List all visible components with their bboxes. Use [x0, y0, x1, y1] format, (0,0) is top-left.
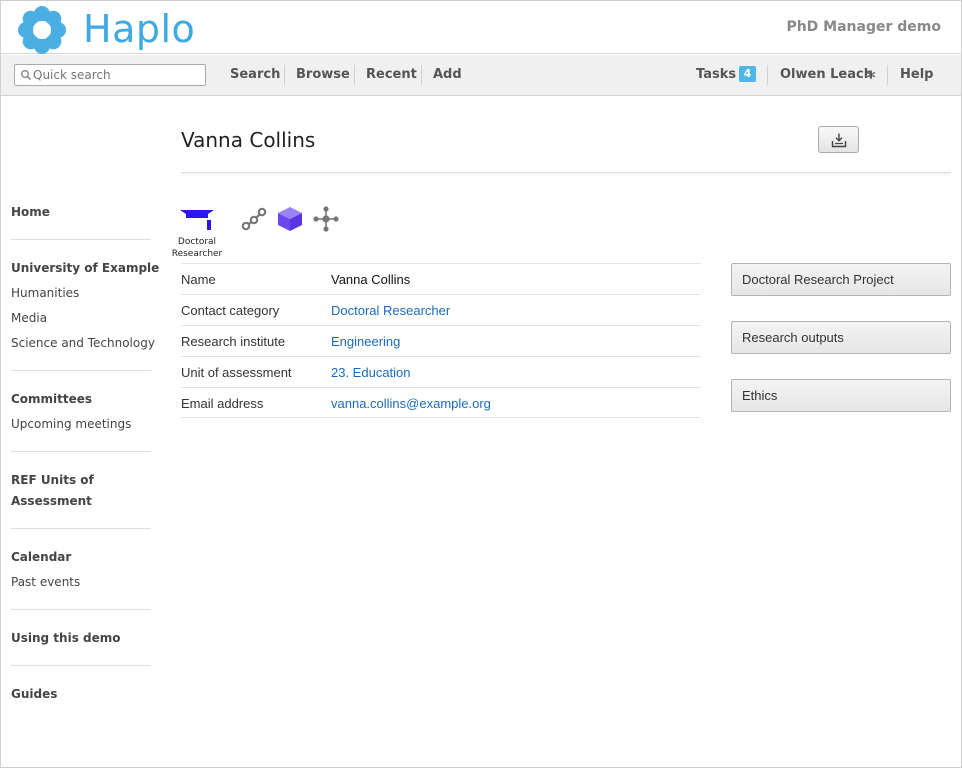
nav-add-link[interactable]: Add [433, 67, 462, 82]
network-icon [313, 206, 339, 232]
table-row: Email address vanna.collins@example.org [181, 387, 701, 418]
attr-value-research-institute-link[interactable]: Engineering [331, 334, 400, 349]
attr-value-email-link[interactable]: vanna.collins@example.org [331, 396, 491, 411]
sidebar-item-using-demo[interactable]: Using this demo [11, 631, 121, 645]
sidebar-divider [11, 665, 151, 666]
ethics-button[interactable]: Ethics [731, 379, 951, 412]
sidebar-item-home[interactable]: Home [11, 205, 50, 219]
nav-tasks-link[interactable]: Tasks [696, 67, 736, 82]
quick-search-box[interactable] [14, 64, 206, 86]
type-icon-label-line2: Researcher [171, 249, 223, 259]
title-divider [181, 172, 951, 177]
sidebar-item-calendar[interactable]: Calendar [11, 550, 71, 564]
app-header: Haplo PhD Manager demo [1, 1, 961, 54]
sidebar-divider [11, 609, 151, 610]
quick-search-input[interactable] [33, 66, 201, 84]
attr-label: Email address [181, 396, 264, 411]
attr-value-unit-of-assessment-link[interactable]: 23. Education [331, 365, 411, 380]
sidebar-item-committees[interactable]: Committees [11, 392, 92, 406]
page-title: Vanna Collins [181, 128, 316, 152]
app-name: PhD Manager demo [786, 19, 941, 35]
type-icon-label: Doctoral Researcher [170, 236, 224, 260]
nav-help-link[interactable]: Help [900, 67, 933, 82]
nav-search-link[interactable]: Search [230, 67, 280, 82]
table-row: Research institute Engineering [181, 325, 701, 356]
table-row: Name Vanna Collins [181, 263, 701, 294]
sidebar-item-ref-units-line1[interactable]: REF Units of [11, 473, 94, 487]
nav-separator [421, 65, 422, 85]
sidebar-divider [11, 370, 151, 371]
sidebar-item-past-events[interactable]: Past events [11, 575, 80, 589]
search-icon [21, 70, 32, 81]
attr-label: Contact category [181, 303, 280, 318]
attr-label: Name [181, 272, 216, 287]
cube-icon [278, 207, 302, 231]
type-icon-label-line1: Doctoral [177, 237, 217, 247]
attribute-table: Name Vanna Collins Contact category Doct… [181, 263, 701, 418]
sidebar-item-media[interactable]: Media [11, 311, 47, 325]
chain-link-icon [241, 207, 267, 231]
attr-value-contact-category-link[interactable]: Doctoral Researcher [331, 303, 450, 318]
sidebar-divider [11, 239, 151, 240]
nav-separator [284, 65, 285, 85]
table-row: Unit of assessment 23. Education [181, 356, 701, 387]
nav-browse-link[interactable]: Browse [296, 67, 350, 82]
sidebar-item-humanities[interactable]: Humanities [11, 286, 79, 300]
haplo-logo-icon[interactable] [17, 5, 67, 55]
nav-recent-link[interactable]: Recent [366, 67, 417, 82]
nav-bar: Search Browse Recent Add Tasks 4 Olwen L… [1, 55, 961, 96]
nav-separator [887, 65, 888, 85]
export-button[interactable] [818, 126, 859, 153]
sidebar-item-ref-units-line2[interactable]: Assessment [11, 494, 92, 508]
attr-label: Research institute [181, 334, 286, 349]
nav-separator [354, 65, 355, 85]
sidebar-divider [11, 528, 151, 529]
mortarboard-icon [180, 210, 214, 230]
sidebar-item-upcoming-meetings[interactable]: Upcoming meetings [11, 417, 131, 431]
doctoral-research-project-button[interactable]: Doctoral Research Project [731, 263, 951, 296]
attr-label: Unit of assessment [181, 365, 292, 380]
research-outputs-button[interactable]: Research outputs [731, 321, 951, 354]
sidebar-divider [11, 451, 151, 452]
sidebar-item-science[interactable]: Science and Technology [11, 336, 155, 350]
download-icon [831, 133, 847, 148]
user-menu-link[interactable]: Olwen Leach [780, 67, 873, 82]
logo-text[interactable]: Haplo [83, 7, 195, 51]
sidebar-item-guides[interactable]: Guides [11, 687, 57, 701]
table-row: Contact category Doctoral Researcher [181, 294, 701, 325]
attr-value-name: Vanna Collins [331, 272, 411, 287]
gear-icon[interactable]: ✲ [866, 68, 876, 82]
tasks-count-badge[interactable]: 4 [739, 66, 756, 82]
sidebar-item-university[interactable]: University of Example [11, 261, 159, 275]
nav-separator [767, 65, 768, 85]
